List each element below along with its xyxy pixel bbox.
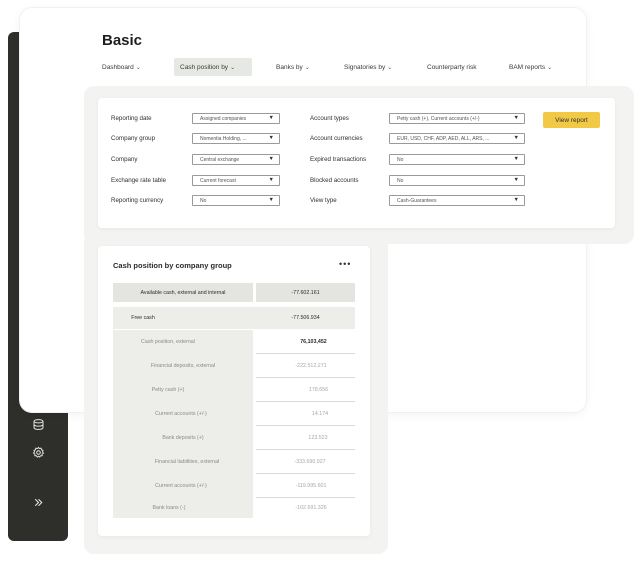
nav-label: Signatories by — [344, 63, 386, 71]
dropdown-arrow-icon: ▼ — [268, 135, 274, 141]
report-title: Cash position by company group — [113, 261, 232, 270]
table-row-label: Current accounts (+/-) — [155, 410, 207, 417]
table-row-label: Financial deposits, external — [150, 362, 216, 369]
filter-label: Blocked accounts — [310, 177, 359, 184]
nav-item-counterparty-risk[interactable]: Counterparty risk — [427, 58, 509, 76]
table-row-label: Current accounts (+/-) — [155, 482, 207, 489]
table-row-label: Petty cash (+) — [151, 386, 185, 393]
table-row-value: 178.656 — [308, 386, 329, 393]
nav-label: BAM reports — [509, 63, 546, 71]
nav-label: Dashboard — [102, 63, 134, 71]
filter-label: Exchange rate table — [111, 177, 167, 184]
select-value: No — [397, 177, 404, 184]
exchange-rate-table-select[interactable]: Current forecast ▼ — [192, 175, 280, 186]
dropdown-arrow-icon: ▼ — [268, 177, 274, 183]
table-row-value: 123.523 — [308, 434, 328, 441]
table-row-value: 14.174 — [311, 410, 329, 417]
table-row-value: -77.602.161 — [256, 283, 355, 302]
chevron-down-icon: ⌄ — [547, 64, 553, 71]
table-row-value: -333.690.927 — [294, 458, 326, 465]
nav-item-bam-reports[interactable]: BAM reports ⌄ — [509, 58, 569, 76]
filter-label: Account types — [310, 115, 349, 122]
table-row-label: Bank loans (-) — [152, 505, 186, 511]
table-row-value: -119.995.601 — [295, 482, 327, 489]
dropdown-arrow-icon: ▼ — [513, 177, 519, 183]
select-value: Assigned companies — [200, 115, 247, 122]
filter-label: Company — [111, 156, 138, 163]
nav-item-banks[interactable]: Banks by ⌄ — [276, 58, 344, 76]
app-root: Basic Dashboard ⌄ Cash position by ⌄ Banks… — [0, 0, 641, 562]
dropdown-arrow-icon: ▼ — [513, 197, 519, 203]
filter-label: Company group — [111, 135, 156, 142]
company-group-select[interactable]: Nomentia Holding, ... ▼ — [192, 133, 280, 144]
select-value: EUR, USD, CHF, ADP, AED, ALL, ARS, ... — [397, 135, 490, 142]
table-row-label: Free cash — [131, 315, 155, 321]
nav-item-signatories[interactable]: Signatories by ⌄ — [344, 58, 427, 76]
chevron-down-icon: ⌄ — [304, 64, 310, 71]
view-type-select[interactable]: Cash-Guarantees ▼ — [389, 195, 525, 206]
account-currencies-select[interactable]: EUR, USD, CHF, ADP, AED, ALL, ARS, ... ▼ — [389, 133, 525, 144]
nav-item-dashboard[interactable]: Dashboard ⌄ — [102, 58, 174, 76]
select-value: No — [200, 197, 207, 204]
table-row-label: Bank deposits (+) — [162, 434, 204, 441]
nav-label: Banks by — [276, 63, 303, 71]
table-row-value: -222.512.271 — [295, 362, 327, 369]
table-row-label: Available cash, external and internal — [113, 283, 253, 302]
select-value: Current forecast — [200, 177, 236, 184]
blocked-accounts-select[interactable]: No ▼ — [389, 175, 525, 186]
filter-label: Reporting date — [111, 115, 152, 122]
top-nav: Dashboard ⌄ Cash position by ⌄ Banks by ⌄ S… — [102, 58, 569, 76]
reporting-date-select[interactable]: Assigned companies ▼ — [192, 113, 280, 124]
dropdown-arrow-icon: ▼ — [268, 115, 274, 121]
view-report-button[interactable]: View report — [543, 112, 600, 128]
more-options-icon[interactable]: ••• — [339, 259, 351, 269]
table-row-label: Cash position, external — [141, 338, 195, 345]
reporting-currency-select[interactable]: No ▼ — [192, 195, 280, 206]
dropdown-arrow-icon: ▼ — [268, 156, 274, 162]
database-icon[interactable] — [8, 414, 68, 434]
chevron-down-icon: ⌄ — [387, 64, 393, 71]
filter-label: Reporting currency — [111, 197, 164, 204]
select-value: No — [397, 156, 404, 163]
select-value: Petty cash (+), Current accounts (+/-) — [397, 115, 480, 122]
nav-label: Cash position by — [180, 63, 229, 71]
filter-label: Account currencies — [310, 135, 363, 142]
table-row-label: Financial liabilities, external — [154, 458, 220, 465]
settings-icon[interactable] — [8, 442, 68, 462]
nav-label: Counterparty risk — [427, 63, 477, 71]
select-value: Nomentia Holding, ... — [200, 135, 247, 142]
select-value: Central exchange — [200, 156, 240, 163]
filter-label: Expired transactions — [310, 156, 367, 163]
page-title: Basic — [102, 32, 143, 49]
dropdown-arrow-icon: ▼ — [513, 156, 519, 162]
expand-icon[interactable] — [8, 492, 68, 512]
chevron-down-icon: ⌄ — [230, 64, 236, 71]
expired-transactions-select[interactable]: No ▼ — [389, 154, 525, 165]
table-row-value: -102.691.326 — [295, 505, 327, 511]
dropdown-arrow-icon: ▼ — [268, 197, 274, 203]
filter-card — [98, 98, 615, 228]
select-value: Cash-Guarantees — [397, 197, 437, 204]
company-select[interactable]: Central exchange ▼ — [192, 154, 280, 165]
account-types-select[interactable]: Petty cash (+), Current accounts (+/-) ▼ — [389, 113, 525, 124]
dropdown-arrow-icon: ▼ — [513, 115, 519, 121]
dropdown-arrow-icon: ▼ — [513, 135, 519, 141]
chevron-down-icon: ⌄ — [135, 64, 141, 71]
table-row-value: 76,103,452 — [300, 338, 327, 345]
table-row-value: -77.506.934 — [291, 315, 320, 321]
filter-label: View type — [310, 197, 337, 204]
nav-item-cash-position[interactable]: Cash position by ⌄ — [174, 58, 252, 76]
